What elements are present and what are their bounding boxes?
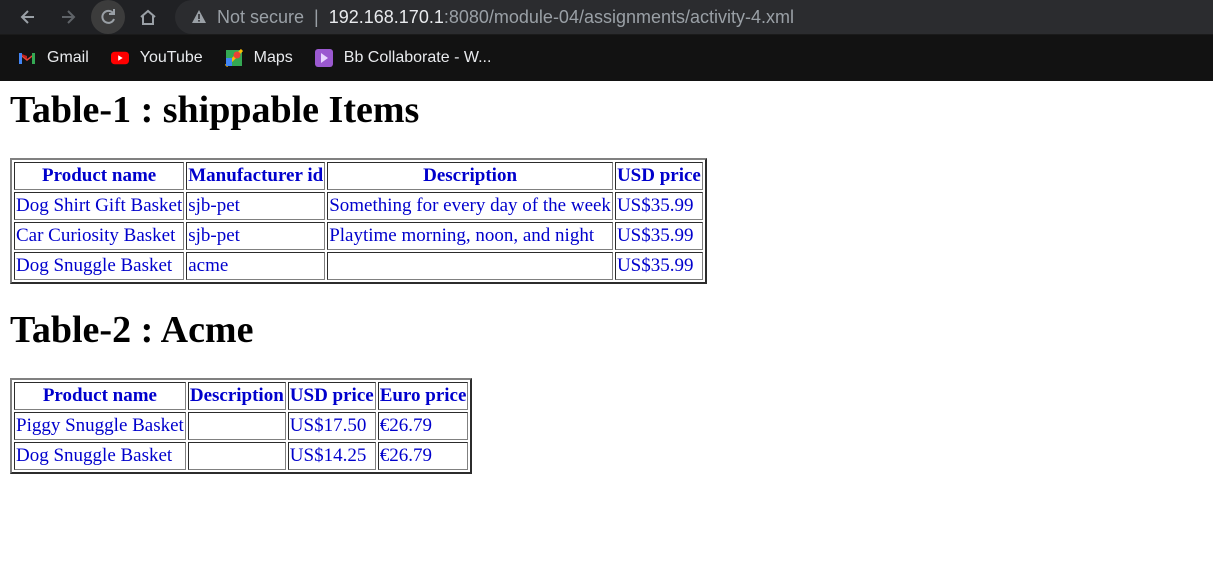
gmail-icon: [18, 49, 36, 67]
table-cell: US$35.99: [614, 251, 703, 280]
table-cell: [327, 251, 613, 280]
bookmark-youtube[interactable]: YouTube: [110, 49, 203, 67]
table-cell: [187, 441, 286, 470]
bookmark-maps[interactable]: Maps: [224, 49, 293, 67]
column-header: USD price: [287, 381, 376, 410]
table-row: Dog Snuggle Basket acme US$35.99: [14, 251, 703, 280]
table-row: Dog Snuggle Basket US$14.25 €26.79: [14, 441, 469, 470]
home-icon: [140, 9, 156, 25]
separator: |: [314, 6, 319, 27]
maps-icon: [224, 49, 243, 67]
table-cell: Dog Snuggle Basket: [14, 441, 186, 470]
bookmark-label: Bb Collaborate - W...: [343, 49, 492, 66]
table-row: Piggy Snuggle Basket US$17.50 €26.79: [14, 411, 469, 440]
page-content: Table-1 : shippable Items Product name M…: [0, 89, 1213, 474]
youtube-icon: [110, 49, 129, 67]
address-bar[interactable]: Not secure | 192.168.170.1:8080/module-0…: [175, 0, 1213, 34]
reload-icon: [101, 9, 115, 24]
table-cell: US$35.99: [614, 191, 703, 220]
reload-button[interactable]: [91, 0, 125, 34]
forward-button[interactable]: [54, 3, 82, 31]
table-cell: €26.79: [377, 411, 469, 440]
table-cell: sjb-pet: [186, 191, 326, 220]
table-cell: US$17.50: [287, 411, 376, 440]
column-header: USD price: [614, 161, 703, 190]
table-cell: €26.79: [377, 441, 469, 470]
column-header: Product name: [14, 381, 186, 410]
arrow-right-icon: [62, 10, 76, 24]
browser-chrome: Not secure | 192.168.170.1:8080/module-0…: [0, 0, 1213, 81]
table-cell: Piggy Snuggle Basket: [14, 411, 186, 440]
table-row: Car Curiosity Basket sjb-pet Playtime mo…: [14, 221, 703, 250]
back-button[interactable]: [14, 3, 42, 31]
arrow-left-icon: [20, 10, 34, 24]
table-row: Dog Shirt Gift Basket sjb-pet Something …: [14, 191, 703, 220]
table-cell: sjb-pet: [186, 221, 326, 250]
table-cell: [187, 411, 286, 440]
table-cell: US$14.25: [287, 441, 376, 470]
bookmark-label: YouTube: [139, 49, 203, 66]
table-cell: Playtime morning, noon, and night: [327, 221, 613, 250]
column-header: Manufacturer id: [186, 161, 326, 190]
table-cell: Dog Snuggle Basket: [14, 251, 185, 280]
table2: Product name Description USD price Euro …: [10, 377, 473, 474]
table-cell: Something for every day of the week: [327, 191, 613, 220]
table-header-row: Product name Manufacturer id Description…: [14, 161, 703, 190]
bookmark-gmail[interactable]: Gmail: [18, 49, 89, 67]
column-header: Description: [327, 161, 613, 190]
table1-title: Table-1 : shippable Items: [10, 89, 420, 131]
table-cell: Car Curiosity Basket: [14, 221, 185, 250]
table2-title: Table-2 : Acme: [10, 308, 254, 351]
table1: Product name Manufacturer id Description…: [10, 157, 707, 284]
bookmarks-bar: Gmail YouTube Maps Bb Collaborate - W...: [0, 34, 1213, 81]
column-header: Euro price: [377, 381, 469, 410]
column-header: Product name: [14, 161, 185, 190]
table-cell: acme: [186, 251, 326, 280]
bookmark-label: Maps: [253, 49, 293, 66]
bookmark-label: Gmail: [47, 49, 89, 66]
browser-toolbar: Not secure | 192.168.170.1:8080/module-0…: [0, 0, 1213, 34]
url-host: 192.168.170.1: [328, 6, 444, 27]
url-path: :8080/module-04/assignments/activity-4.x…: [443, 6, 795, 27]
warning-icon: [192, 10, 206, 23]
security-label[interactable]: Not secure: [217, 7, 304, 28]
collaborate-icon: [314, 49, 333, 67]
column-header: Description: [187, 381, 286, 410]
home-button[interactable]: [134, 3, 162, 31]
table-cell: Dog Shirt Gift Basket: [14, 191, 185, 220]
table-cell: US$35.99: [614, 221, 703, 250]
bookmark-collaborate[interactable]: Bb Collaborate - W...: [314, 49, 492, 67]
table-header-row: Product name Description USD price Euro …: [14, 381, 469, 410]
